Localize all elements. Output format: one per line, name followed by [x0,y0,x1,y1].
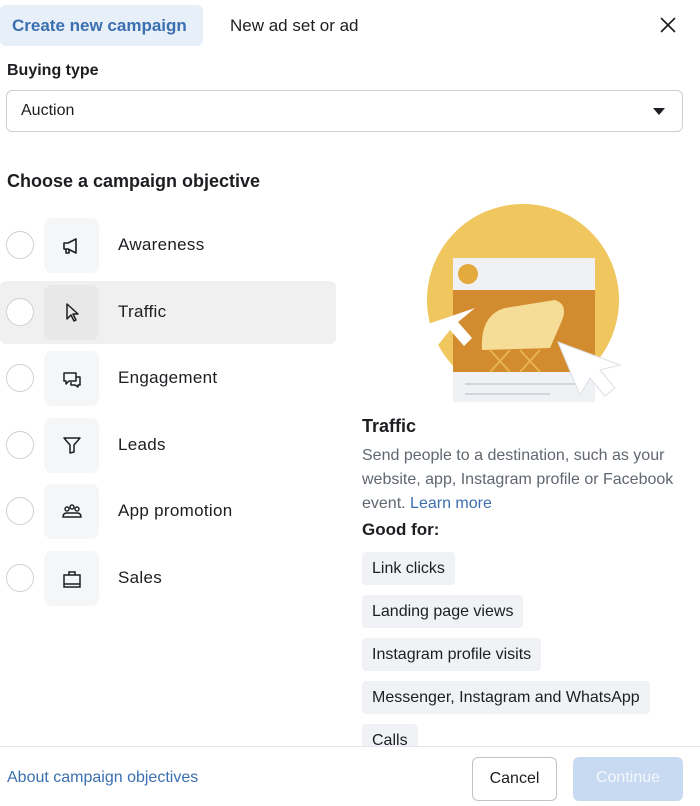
buying-type-value: Auction [21,102,75,119]
caret-down-icon [653,108,665,115]
objective-traffic[interactable]: Traffic [0,280,336,344]
detail-description: Send people to a destination, such as yo… [362,444,682,516]
footer: About campaign objectives Cancel Continu… [0,746,700,806]
objective-engagement[interactable]: Engagement [0,347,336,410]
detail-title: Traffic [362,416,417,436]
good-for-chip: Instagram profile visits [362,638,542,671]
objective-sales[interactable]: Sales [0,547,336,610]
close-icon[interactable] [656,13,680,37]
objective-awareness[interactable]: Awareness [0,214,336,277]
radio-button[interactable] [6,364,34,393]
about-objectives-link[interactable]: About campaign objectives [7,769,198,787]
learn-more-link[interactable]: Learn more [410,495,492,512]
funnel-icon [44,417,99,473]
cancel-button[interactable]: Cancel [472,757,557,801]
chat-bubbles-icon [44,351,99,407]
radio-button[interactable] [6,231,34,259]
continue-button[interactable]: Continue [573,757,683,801]
description-text: Send people to a destination, such as yo… [362,447,674,512]
good-for-chip: Messenger, Instagram and WhatsApp [362,681,650,714]
good-for-chip: Link clicks [362,552,455,585]
radio-button[interactable] [6,497,34,526]
buying-type-select[interactable]: Auction [6,90,683,132]
tab-new-ad-set-or-ad[interactable]: New ad set or ad [218,5,371,46]
traffic-illustration [425,204,622,402]
objective-label: Awareness [118,235,205,254]
objective-label: Engagement [118,368,218,388]
radio-button[interactable] [6,564,34,592]
good-for-chip: Landing page views [362,595,524,628]
objective-label: Leads [118,434,166,454]
objective-app-promotion[interactable]: App promotion [0,480,336,543]
radio-button[interactable] [6,430,34,459]
megaphone-icon [44,218,99,273]
shopping-bag-icon [44,551,99,606]
tab-create-new-campaign[interactable]: Create new campaign [0,5,203,46]
objective-heading: Choose a campaign objective [7,171,261,191]
buying-type-label: Buying type [7,62,99,79]
objective-label: Sales [118,568,163,587]
objective-label: Traffic [118,301,167,321]
people-icon [44,484,99,540]
radio-button[interactable] [6,297,34,326]
objective-leads[interactable]: Leads [0,414,336,477]
objective-label: App promotion [118,501,233,521]
cursor-icon [44,284,99,340]
good-for-label: Good for: [362,520,440,539]
